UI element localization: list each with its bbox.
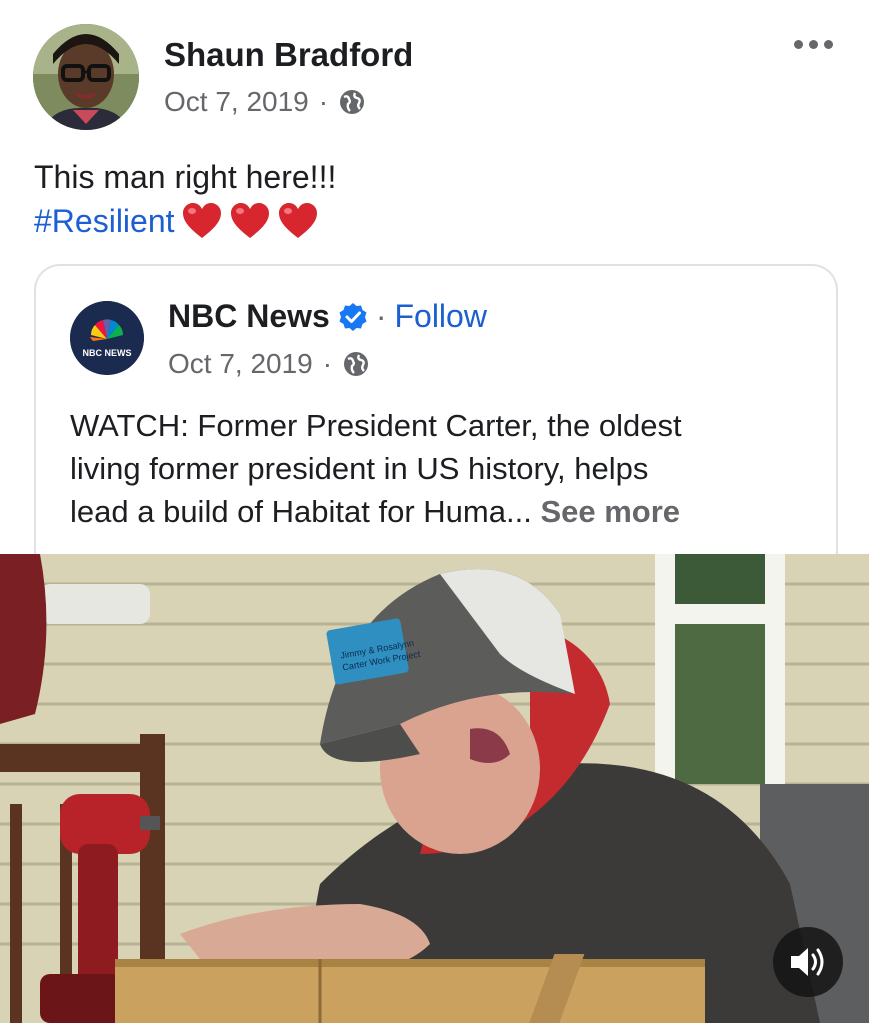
follow-separator: · — [375, 298, 387, 334]
author-avatar[interactable] — [33, 24, 139, 130]
caption-line: WATCH: Former President Carter, the olde… — [70, 408, 682, 443]
nbc-news-avatar[interactable]: NBC NEWS — [70, 301, 144, 375]
video-player[interactable]: Jimmy & Rosalynn Carter Work Project — [0, 554, 869, 1023]
more-options-button[interactable] — [794, 40, 833, 49]
globe-icon — [344, 352, 369, 376]
author-avatar-image — [33, 24, 139, 130]
post-meta: Oct 7, 2019 · — [164, 86, 366, 118]
shared-header-row: NBC News · Follow — [168, 298, 487, 335]
page-name[interactable]: NBC News — [168, 298, 330, 335]
shared-post-card[interactable]: NBC NEWS NBC News · Follow Oct 7, 2019 ·… — [34, 264, 838, 596]
heart-emoji-icon — [278, 203, 317, 238]
post-header: Shaun Bradford Oct 7, 2019 · — [0, 0, 869, 150]
shared-caption: WATCH: Former President Carter, the olde… — [70, 404, 810, 533]
post-text-line: This man right here!!! — [34, 159, 337, 195]
author-name[interactable]: Shaun Bradford — [164, 36, 413, 74]
shared-date[interactable]: Oct 7, 2019 — [168, 348, 313, 380]
heart-emoji-icon — [182, 203, 221, 238]
follow-button[interactable]: Follow — [394, 298, 486, 335]
more-dot — [809, 40, 818, 49]
verified-badge-icon — [339, 302, 367, 331]
sound-toggle-button[interactable] — [773, 927, 843, 997]
more-horizontal-icon — [794, 40, 803, 49]
heart-emoji-icon — [230, 203, 269, 238]
caption-line: lead a build of Habitat for Huma... — [70, 494, 532, 529]
caption-line: living former president in US history, h… — [70, 451, 649, 486]
nbc-logo-text: NBC NEWS — [83, 348, 132, 358]
hashtag-row: #Resilient — [34, 199, 336, 243]
video-frame: Jimmy & Rosalynn Carter Work Project — [0, 554, 869, 1023]
meta-separator: · — [318, 86, 329, 117]
shared-meta: Oct 7, 2019 · — [168, 348, 370, 380]
post-text: This man right here!!! #Resilient — [34, 155, 336, 243]
nbc-peacock-logo: NBC NEWS — [70, 301, 144, 375]
globe-icon — [340, 90, 365, 114]
hashtag-link[interactable]: #Resilient — [34, 199, 175, 243]
meta-separator: · — [322, 348, 333, 379]
more-dot — [824, 40, 833, 49]
see-more-link[interactable]: See more — [540, 494, 680, 529]
caption-line-last: lead a build of Habitat for Huma... See … — [70, 490, 810, 533]
post-date[interactable]: Oct 7, 2019 — [164, 86, 309, 118]
speaker-volume-icon — [791, 948, 824, 976]
